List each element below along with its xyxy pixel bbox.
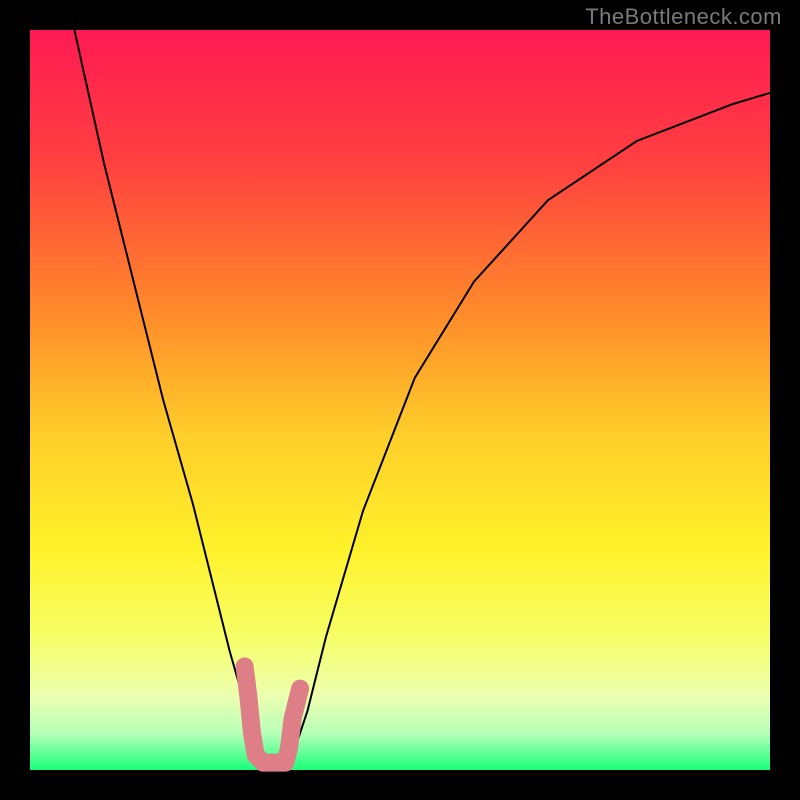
- bottleneck-chart: [0, 0, 800, 800]
- plot-background: [30, 30, 770, 770]
- chart-frame: TheBottleneck.com: [0, 0, 800, 800]
- watermark-text: TheBottleneck.com: [585, 4, 782, 30]
